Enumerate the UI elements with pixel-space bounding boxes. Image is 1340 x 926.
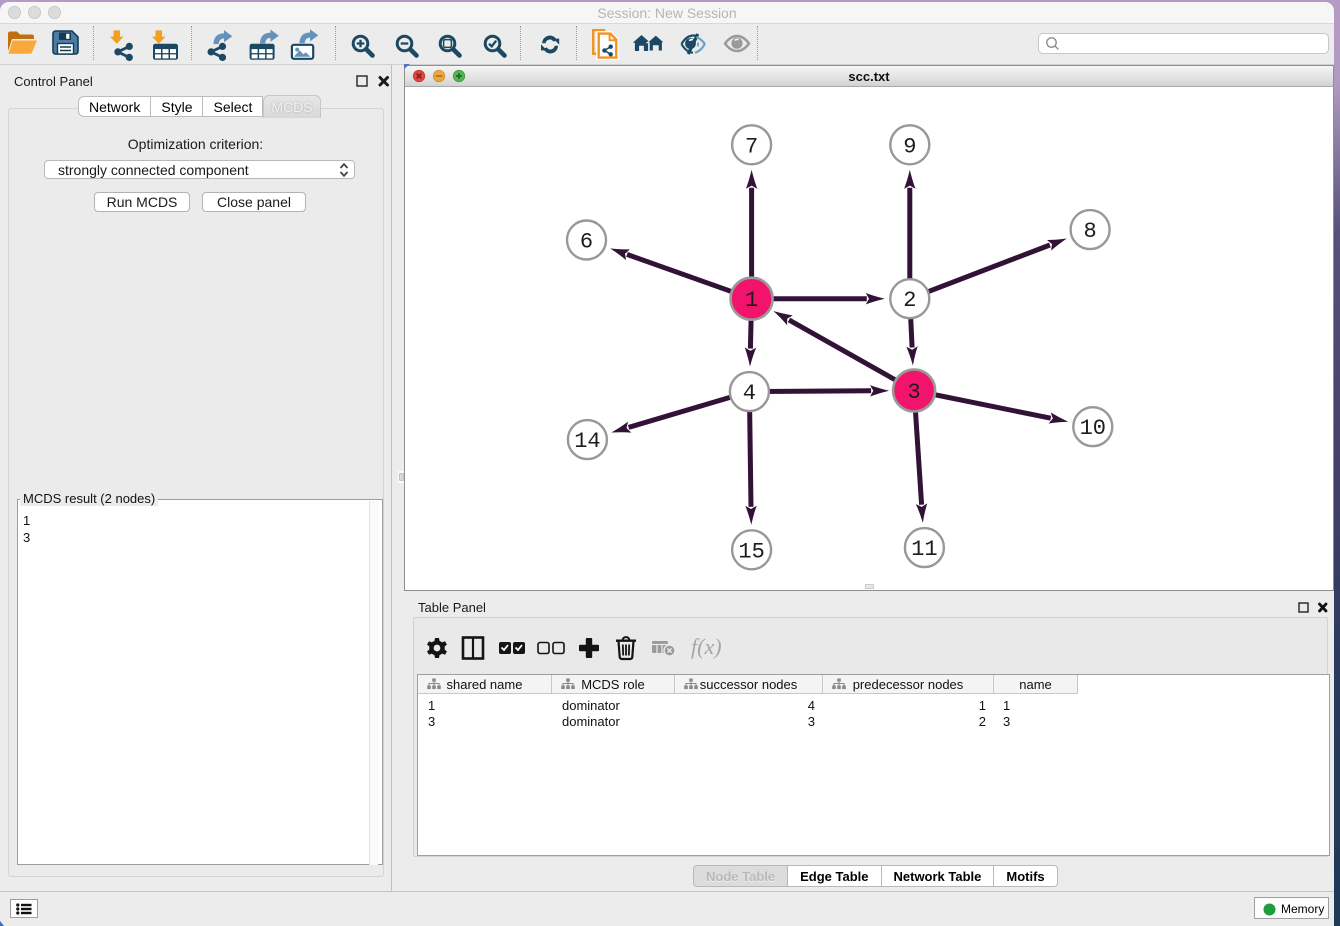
svg-text:8: 8 [1083, 219, 1096, 244]
svg-text:14: 14 [574, 429, 600, 454]
svg-text:2: 2 [903, 288, 916, 313]
svg-text:6: 6 [580, 230, 593, 255]
svg-text:3: 3 [907, 380, 920, 405]
svg-text:11: 11 [911, 537, 937, 562]
svg-text:4: 4 [743, 381, 756, 406]
svg-text:15: 15 [738, 539, 764, 564]
svg-text:7: 7 [745, 134, 758, 159]
svg-text:9: 9 [903, 134, 916, 159]
svg-text:f(x): f(x) [691, 634, 722, 659]
svg-text:1: 1 [745, 288, 758, 313]
svg-text:10: 10 [1080, 416, 1106, 441]
